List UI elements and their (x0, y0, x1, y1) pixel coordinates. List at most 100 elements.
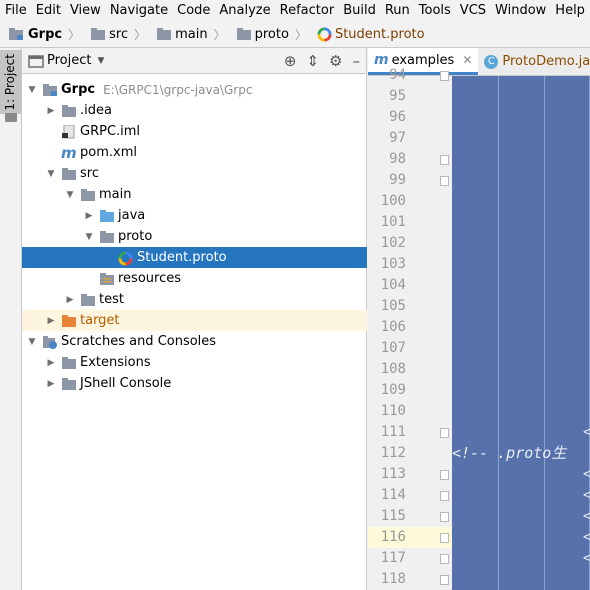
line-number: 114 (380, 487, 406, 503)
tree-row[interactable]: ▶ .idea (22, 100, 367, 121)
project-tool-tab[interactable]: 1: Project (0, 50, 22, 114)
project-panel: Project ▼ ⊕ ⇕ ⚙ – ▼ Grpc E:\GRPC1\grpc-jav… (22, 48, 367, 590)
hide-icon[interactable]: – (353, 52, 361, 70)
project-tool-tab-label: 1: Project (3, 54, 17, 111)
chevron-down-icon[interactable]: ▼ (26, 84, 38, 96)
line-number: 112 (380, 445, 406, 461)
chevron-right-icon[interactable]: ▶ (45, 105, 57, 117)
line-number: 111 (380, 424, 406, 440)
line-number: 113 (380, 466, 406, 482)
fold-marker-icon[interactable] (440, 512, 449, 522)
folder-icon (157, 28, 172, 40)
tree-row[interactable]: ▼ src (22, 163, 367, 184)
breadcrumb: Grpc 〉 src 〉 main 〉 proto 〉 Student.prot… (0, 21, 590, 48)
menu-edit[interactable]: Edit (31, 0, 65, 21)
tree-row[interactable]: Student.proto (22, 247, 367, 268)
menu-analyze[interactable]: Analyze (214, 0, 274, 21)
project-view-selector[interactable]: Project ▼ (28, 53, 104, 68)
tree-row[interactable]: ▶ Extensions (22, 352, 367, 373)
breadcrumb-file-label: Student.proto (334, 26, 425, 42)
menu-build[interactable]: Build (338, 0, 380, 21)
menu-window[interactable]: Window (490, 0, 550, 21)
menu-help[interactable]: Help (550, 0, 589, 21)
breadcrumb-proto[interactable]: proto 〉 (236, 26, 313, 43)
tree-row[interactable]: ▶ java (22, 205, 367, 226)
folder-icon (61, 167, 77, 181)
fold-marker-icon[interactable] (440, 575, 449, 585)
tree-row[interactable]: ▼ proto (22, 226, 367, 247)
chevron-down-icon[interactable]: ▼ (45, 168, 57, 180)
code-tag-start: < (583, 509, 590, 524)
collapse-icon[interactable]: ⇕ (306, 52, 319, 70)
tree-row[interactable]: ▼ main (22, 184, 367, 205)
globe-icon[interactable]: ⊕ (284, 52, 297, 70)
menu-refactor[interactable]: Refactor (275, 0, 339, 21)
chevron-down-icon: ▼ (97, 55, 105, 66)
fold-marker-icon[interactable] (440, 533, 449, 543)
fold-marker-icon[interactable] (440, 155, 449, 165)
tree-row[interactable]: GRPC.iml (22, 121, 367, 142)
chevron-down-icon[interactable]: ▼ (26, 336, 38, 348)
fold-marker-icon[interactable] (440, 176, 449, 186)
line-number: 101 (380, 214, 406, 230)
line-number: 98 (389, 151, 406, 167)
chevron-right-icon[interactable]: ▶ (64, 294, 76, 306)
chevron-right-icon[interactable]: ▶ (45, 357, 57, 369)
indent-guide (544, 76, 545, 590)
tree-row[interactable]: ▶ target (22, 310, 367, 331)
menu-view[interactable]: View (65, 0, 105, 21)
fold-marker-icon[interactable] (440, 428, 449, 438)
close-icon[interactable]: ✕ (462, 53, 472, 67)
line-number: 116 (380, 529, 406, 545)
breadcrumb-project[interactable]: Grpc 〉 (8, 26, 86, 43)
line-number: 94 (389, 67, 406, 83)
gear-icon[interactable]: ⚙ (329, 52, 342, 70)
folder-icon (5, 113, 17, 122)
fold-marker-icon[interactable] (440, 554, 449, 564)
menu-navigate[interactable]: Navigate (105, 0, 172, 21)
project-panel-title: Project (47, 53, 92, 68)
tree-item-label: .idea (80, 103, 112, 118)
line-number: 110 (380, 403, 406, 419)
tree-row[interactable]: ▶ test (22, 289, 367, 310)
chevron-down-icon[interactable]: ▼ (64, 189, 76, 201)
tree-item-label: proto (118, 229, 153, 244)
tree-row[interactable]: resources (22, 268, 367, 289)
tree-row[interactable]: ▼ Grpc E:\GRPC1\grpc-java\Grpc (22, 79, 367, 100)
tree-item-label: Student.proto (137, 250, 227, 265)
menu-tools[interactable]: Tools (414, 0, 455, 21)
tree-row[interactable]: m pom.xml (22, 142, 367, 163)
breadcrumb-src-label: src (109, 26, 129, 42)
tree-item-path: E:\GRPC1\grpc-java\Grpc (103, 82, 253, 97)
module-folder-icon (9, 28, 23, 40)
tree-row[interactable]: ▶ JShell Console (22, 373, 367, 394)
menu-vcs[interactable]: VCS (455, 0, 490, 21)
chevron-right-icon[interactable]: ▶ (45, 315, 57, 327)
tab-protodemo[interactable]: C ProtoDemo.java (478, 48, 590, 75)
chevron-right-icon[interactable]: ▶ (45, 378, 57, 390)
class-icon: C (484, 54, 499, 69)
tree-item-label: src (80, 166, 99, 181)
fold-marker-icon[interactable] (440, 491, 449, 501)
iml-file-icon (61, 124, 77, 139)
line-number: 100 (380, 193, 406, 209)
menu-file[interactable]: File (0, 0, 31, 21)
tree-row[interactable]: ▼ Scratches and Consoles (22, 331, 367, 352)
tree-item-label: Scratches and Consoles (61, 334, 217, 349)
code-tag-start: < (583, 467, 590, 482)
folder-icon (91, 28, 106, 40)
fold-marker-icon[interactable] (440, 71, 449, 81)
chevron-down-icon[interactable]: ▼ (83, 231, 95, 243)
chevron-right-icon[interactable]: ▶ (83, 210, 95, 222)
breadcrumb-main[interactable]: main 〉 (156, 26, 232, 43)
menu-code[interactable]: Code (172, 0, 214, 21)
tree-item-label: Grpc (61, 82, 96, 97)
breadcrumb-src[interactable]: src 〉 (90, 26, 152, 43)
fold-marker-icon[interactable] (440, 470, 449, 480)
editor-code-area[interactable]: <!-- .proto生 < < < < < < (452, 76, 590, 590)
breadcrumb-main-label: main (175, 26, 208, 42)
breadcrumb-file[interactable]: Student.proto (317, 27, 425, 42)
menu-run[interactable]: Run (380, 0, 414, 21)
